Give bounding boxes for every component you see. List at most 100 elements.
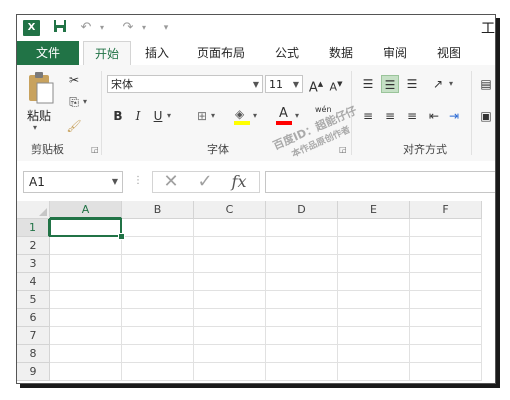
paste-icon[interactable] <box>27 71 55 107</box>
grid-cell[interactable] <box>50 255 122 273</box>
chevron-down-icon[interactable]: ▼ <box>112 172 118 192</box>
row-header[interactable]: 1 <box>17 219 50 237</box>
select-all-button[interactable] <box>17 201 50 219</box>
copy-icon[interactable]: ⎘ <box>65 93 83 111</box>
row-header[interactable]: 9 <box>17 363 50 381</box>
grid-cell[interactable] <box>266 273 338 291</box>
insert-function-button[interactable]: fx <box>225 171 253 193</box>
paste-dropdown-icon[interactable]: ▾ <box>33 123 37 132</box>
grid-cell[interactable] <box>122 273 194 291</box>
row-header[interactable]: 5 <box>17 291 50 309</box>
row-header[interactable]: 4 <box>17 273 50 291</box>
row-header[interactable]: 3 <box>17 255 50 273</box>
cut-icon[interactable]: ✂ <box>65 71 83 89</box>
grid-cell[interactable] <box>50 291 122 309</box>
fill-handle[interactable] <box>118 233 125 240</box>
font-color-icon[interactable]: A <box>275 106 293 125</box>
grid-cell[interactable] <box>338 345 410 363</box>
save-icon[interactable] <box>51 19 69 37</box>
grid-cell[interactable] <box>122 345 194 363</box>
tab-review[interactable]: 审阅 <box>373 41 417 65</box>
grid-cell[interactable] <box>122 309 194 327</box>
grid-cell[interactable] <box>338 291 410 309</box>
borders-dropdown-icon[interactable]: ▾ <box>211 111 215 120</box>
grid-cell[interactable] <box>338 273 410 291</box>
top-align-icon[interactable]: ☰ <box>359 75 377 93</box>
grid-cell[interactable] <box>410 363 482 381</box>
column-header[interactable]: D <box>266 201 338 219</box>
font-name-combo[interactable]: 宋体 ▼ <box>107 75 263 93</box>
column-header[interactable]: F <box>410 201 482 219</box>
format-painter-icon[interactable]: 🖌 <box>65 117 83 135</box>
column-header[interactable]: C <box>194 201 266 219</box>
column-header[interactable]: B <box>122 201 194 219</box>
grow-font-button[interactable]: A▲ <box>307 75 325 95</box>
fill-color-icon[interactable]: ◈ <box>233 107 251 125</box>
grid-cell[interactable] <box>266 309 338 327</box>
merge-center-icon[interactable]: ▣ <box>477 107 495 125</box>
underline-dropdown-icon[interactable]: ▾ <box>167 111 171 120</box>
grid-cell[interactable] <box>194 327 266 345</box>
grid-cell[interactable] <box>50 363 122 381</box>
grid-cell[interactable] <box>410 219 482 237</box>
grid-cell[interactable] <box>338 327 410 345</box>
font-size-combo[interactable]: 11 ▼ <box>265 75 303 93</box>
align-right-icon[interactable]: ≡ <box>403 107 421 125</box>
shrink-font-button[interactable]: A▼ <box>327 75 345 94</box>
fill-color-dropdown-icon[interactable]: ▾ <box>253 111 257 120</box>
grid-cell[interactable] <box>194 255 266 273</box>
grid-cell[interactable] <box>410 327 482 345</box>
tab-view[interactable]: 视图 <box>427 41 471 65</box>
grid-cell[interactable] <box>122 255 194 273</box>
row-header[interactable]: 7 <box>17 327 50 345</box>
grid-cell[interactable] <box>122 237 194 255</box>
grid-cell[interactable] <box>410 309 482 327</box>
redo-dropdown-icon[interactable]: ▾ <box>135 19 153 37</box>
grid-cell[interactable] <box>50 327 122 345</box>
orientation-dropdown-icon[interactable]: ▾ <box>449 79 453 88</box>
grid-cell[interactable] <box>50 309 122 327</box>
italic-button[interactable]: I <box>129 107 147 125</box>
grid-cell[interactable] <box>410 345 482 363</box>
grid-cell[interactable] <box>410 291 482 309</box>
increase-indent-icon[interactable]: ⇥ <box>445 107 463 125</box>
customize-qat-icon[interactable]: ▾ <box>157 19 175 37</box>
grid-cell[interactable] <box>50 345 122 363</box>
grid-cell[interactable] <box>338 237 410 255</box>
grid-cell[interactable] <box>266 291 338 309</box>
grid-cell[interactable] <box>266 345 338 363</box>
grid-cell[interactable] <box>338 363 410 381</box>
grid-cell[interactable] <box>194 363 266 381</box>
cancel-icon[interactable]: ✕ <box>157 171 185 193</box>
grid-cell[interactable] <box>266 255 338 273</box>
name-box[interactable]: A1 ▼ <box>23 171 123 193</box>
column-header[interactable]: A <box>50 201 122 219</box>
row-header[interactable]: 6 <box>17 309 50 327</box>
font-color-dropdown-icon[interactable]: ▾ <box>295 111 299 120</box>
grid-cell[interactable] <box>50 273 122 291</box>
borders-icon[interactable]: ⊞ <box>193 107 211 125</box>
bold-button[interactable]: B <box>109 107 127 125</box>
tab-formulas[interactable]: 公式 <box>265 41 309 65</box>
grid-cell[interactable] <box>410 255 482 273</box>
formula-input[interactable] <box>265 171 495 193</box>
column-header[interactable]: E <box>338 201 410 219</box>
wrap-text-icon[interactable]: ▤ <box>477 75 495 93</box>
grid-cell[interactable] <box>122 291 194 309</box>
active-cell[interactable] <box>49 218 122 237</box>
grid-cell[interactable] <box>194 237 266 255</box>
orientation-icon[interactable]: ↗ <box>429 75 447 93</box>
underline-button[interactable]: U <box>149 107 167 125</box>
enter-icon[interactable]: ✓ <box>191 171 219 193</box>
tab-file[interactable]: 文件 <box>17 41 79 65</box>
grid-cell[interactable] <box>194 309 266 327</box>
decrease-indent-icon[interactable]: ⇤ <box>425 107 443 125</box>
middle-align-icon[interactable]: ☰ <box>381 75 399 93</box>
grid-cell[interactable] <box>122 363 194 381</box>
grid-cell[interactable] <box>266 219 338 237</box>
tab-page-layout[interactable]: 页面布局 <box>189 41 253 65</box>
grid-cell[interactable] <box>50 237 122 255</box>
row-header[interactable]: 8 <box>17 345 50 363</box>
grid-cell[interactable] <box>194 345 266 363</box>
grid-cell[interactable] <box>410 237 482 255</box>
